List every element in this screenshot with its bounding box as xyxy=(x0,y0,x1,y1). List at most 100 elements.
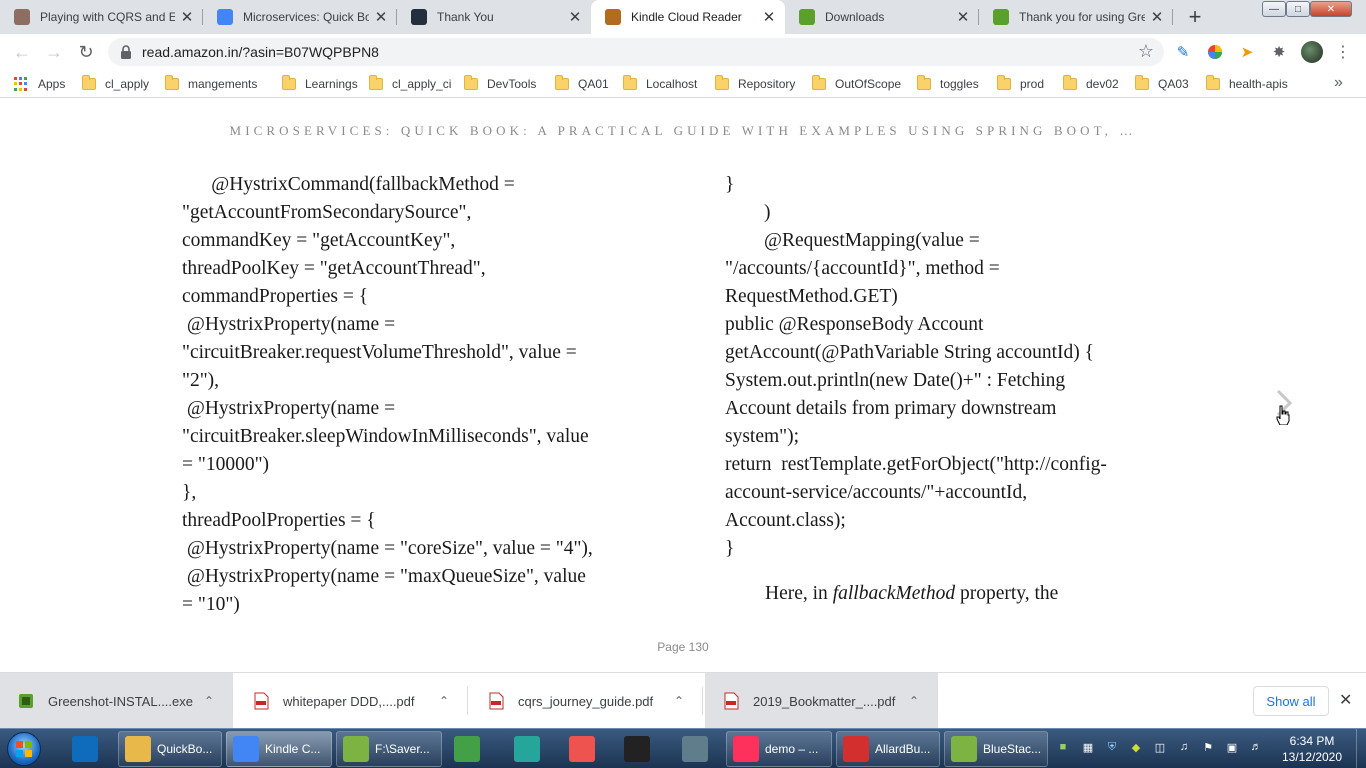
taskbar-item[interactable] xyxy=(66,731,106,767)
folder-icon xyxy=(282,75,296,90)
bookmark-folder[interactable]: OutOfScope xyxy=(812,74,901,94)
bookmark-star-icon[interactable]: ☆ xyxy=(1138,41,1154,62)
taskbar-item[interactable]: Kindle C... xyxy=(226,731,332,767)
download-item[interactable]: Greenshot-INSTAL....exe ⌃ xyxy=(0,673,233,729)
browser-tab[interactable]: Thank you for using Gre ✕ xyxy=(979,0,1173,34)
address-bar[interactable]: read.amazon.in/?asin=B07WQPBPN8 ☆ xyxy=(108,38,1164,66)
chevron-up-icon[interactable]: ⌃ xyxy=(909,694,919,708)
taskbar-item[interactable]: F:\Saver... xyxy=(336,731,442,767)
show-desktop-button[interactable] xyxy=(1356,729,1366,768)
browser-tab[interactable]: Downloads ✕ xyxy=(785,0,979,34)
bookmark-folder[interactable]: DevTools xyxy=(464,74,536,94)
folder-icon xyxy=(464,75,478,90)
text-line: threadPoolProperties = { xyxy=(182,510,376,531)
bookmark-folder[interactable]: Learnings xyxy=(282,74,358,94)
forward-button[interactable]: → xyxy=(42,40,66,64)
taskbar-item[interactable]: demo – ... xyxy=(726,731,832,767)
color-picker-extension-icon[interactable] xyxy=(1205,42,1225,62)
system-clock[interactable]: 6:34 PM 13/12/2020 xyxy=(1276,733,1348,765)
greenshot-icon xyxy=(993,9,1009,25)
taskbar-item[interactable] xyxy=(618,731,662,767)
text-line: = "10") xyxy=(182,594,240,615)
taskbar-item[interactable] xyxy=(563,731,607,767)
folder-icon xyxy=(165,75,179,90)
downloads-shelf: Greenshot-INSTAL....exe ⌃ whitepaper DDD,.… xyxy=(0,672,1366,729)
tray-speaker-icon[interactable]: ♬ xyxy=(1248,739,1264,755)
reload-button[interactable]: ↻ xyxy=(74,40,98,64)
tab-title[interactable]: Thank you for using Gre xyxy=(1019,10,1145,24)
bookmark-apps[interactable]: Apps xyxy=(14,74,65,94)
chevron-up-icon[interactable]: ⌃ xyxy=(439,694,449,708)
tab-close-icon[interactable]: ✕ xyxy=(567,9,583,26)
bookmark-folder[interactable]: prod xyxy=(997,74,1044,94)
text-line: }, xyxy=(182,482,197,503)
taskbar-item[interactable]: BlueStac... xyxy=(944,731,1048,767)
extensions-puzzle-icon[interactable]: ✸ xyxy=(1269,42,1289,62)
new-tab-button[interactable]: + xyxy=(1181,4,1209,29)
tab-title[interactable]: Microservices: Quick Boo xyxy=(243,10,369,24)
tray-flag-icon[interactable]: ⚑ xyxy=(1200,739,1216,755)
download-item[interactable]: 2019_Bookmatter_....pdf ⌃ xyxy=(705,673,938,729)
tab-title[interactable]: Downloads xyxy=(825,10,951,24)
tab-title[interactable]: Thank You xyxy=(437,10,563,24)
folder-icon xyxy=(125,736,151,762)
bookmark-folder[interactable]: Localhost xyxy=(623,74,697,94)
show-all-downloads-button[interactable]: Show all xyxy=(1253,686,1329,716)
tab-close-icon[interactable]: ✕ xyxy=(1149,9,1165,26)
timer-icon xyxy=(454,736,480,762)
taskbar-item[interactable] xyxy=(448,731,492,767)
arrow-extension-icon[interactable]: ➤ xyxy=(1237,42,1257,62)
taskbar-item[interactable] xyxy=(508,731,552,767)
download-item[interactable]: cqrs_journey_guide.pdf ⌃ xyxy=(470,673,703,729)
bookmark-folder[interactable]: health-apis xyxy=(1206,74,1288,94)
download-item[interactable]: whitepaper DDD,....pdf ⌃ xyxy=(235,673,468,729)
tab-title[interactable]: Kindle Cloud Reader xyxy=(631,10,757,24)
chevron-up-icon[interactable]: ⌃ xyxy=(674,694,684,708)
browser-tab[interactable]: Playing with CQRS and E ✕ xyxy=(0,0,203,34)
tray-app-icon[interactable]: ◫ xyxy=(1152,739,1168,755)
bookmarks-overflow-icon[interactable]: » xyxy=(1334,74,1343,92)
tab-close-icon[interactable]: ✕ xyxy=(761,9,777,26)
url-text[interactable]: read.amazon.in/?asin=B07WQPBPN8 xyxy=(142,44,379,60)
tray-network-monitor-icon[interactable]: ▦ xyxy=(1080,739,1096,755)
browser-tab[interactable]: Kindle Cloud Reader ✕ xyxy=(591,0,785,34)
taskbar-item[interactable]: QuickBo... xyxy=(118,731,222,767)
screen: Playing with CQRS and E ✕ Microservices: Q… xyxy=(0,0,1366,768)
pen-extension-icon[interactable]: ✎ xyxy=(1173,42,1193,62)
tray-display-icon[interactable]: ▣ xyxy=(1224,739,1240,755)
start-button[interactable] xyxy=(4,730,44,768)
close-downloads-icon[interactable]: ✕ xyxy=(1339,690,1352,710)
tab-title[interactable]: Playing with CQRS and E xyxy=(40,10,175,24)
tab-close-icon[interactable]: ✕ xyxy=(179,9,195,26)
profile-avatar[interactable] xyxy=(1301,41,1323,63)
tab-close-icon[interactable]: ✕ xyxy=(955,9,971,26)
bookmark-folder[interactable]: toggles xyxy=(917,74,979,94)
taskbar-item[interactable] xyxy=(676,731,716,767)
browser-tab[interactable]: Thank You ✕ xyxy=(397,0,591,34)
outlook-icon xyxy=(72,736,98,762)
window-close-icon[interactable]: ✕ xyxy=(1310,1,1352,17)
download-filename: cqrs_journey_guide.pdf xyxy=(518,693,654,709)
bookmark-folder[interactable]: mangements xyxy=(165,74,257,94)
back-button[interactable]: ← xyxy=(10,40,34,64)
bookmark-folder[interactable]: dev02 xyxy=(1063,74,1119,94)
browser-tab[interactable]: Microservices: Quick Boo ✕ xyxy=(203,0,397,34)
chevron-up-icon[interactable]: ⌃ xyxy=(204,694,214,708)
taskbar-item[interactable]: AllardBu... xyxy=(836,731,940,767)
bookmark-folder[interactable]: cl_apply xyxy=(82,74,149,94)
maximize-icon[interactable]: □ xyxy=(1286,1,1310,17)
bookmark-folder[interactable]: QA03 xyxy=(1135,74,1189,94)
bookmark-folder[interactable]: QA01 xyxy=(555,74,609,94)
tab-close-icon[interactable]: ✕ xyxy=(373,9,389,26)
tray-volume-icon[interactable]: ♫ xyxy=(1176,739,1192,755)
bookmark-label: Apps xyxy=(38,77,66,91)
bookmark-folder[interactable]: Repository xyxy=(715,74,795,94)
bookmark-folder[interactable]: cl_apply_ci xyxy=(369,74,451,94)
minimize-icon[interactable]: — xyxy=(1262,1,1286,17)
tray-greenshot-icon[interactable]: ■ xyxy=(1055,739,1071,755)
pdf-reader-icon xyxy=(843,736,869,762)
browser-menu-icon[interactable]: ⋮ xyxy=(1335,42,1351,62)
lock-icon[interactable] xyxy=(118,44,134,60)
tray-bluestacks-icon[interactable]: ◆ xyxy=(1128,739,1144,755)
tray-shield-icon[interactable]: ⛨ xyxy=(1104,739,1120,755)
